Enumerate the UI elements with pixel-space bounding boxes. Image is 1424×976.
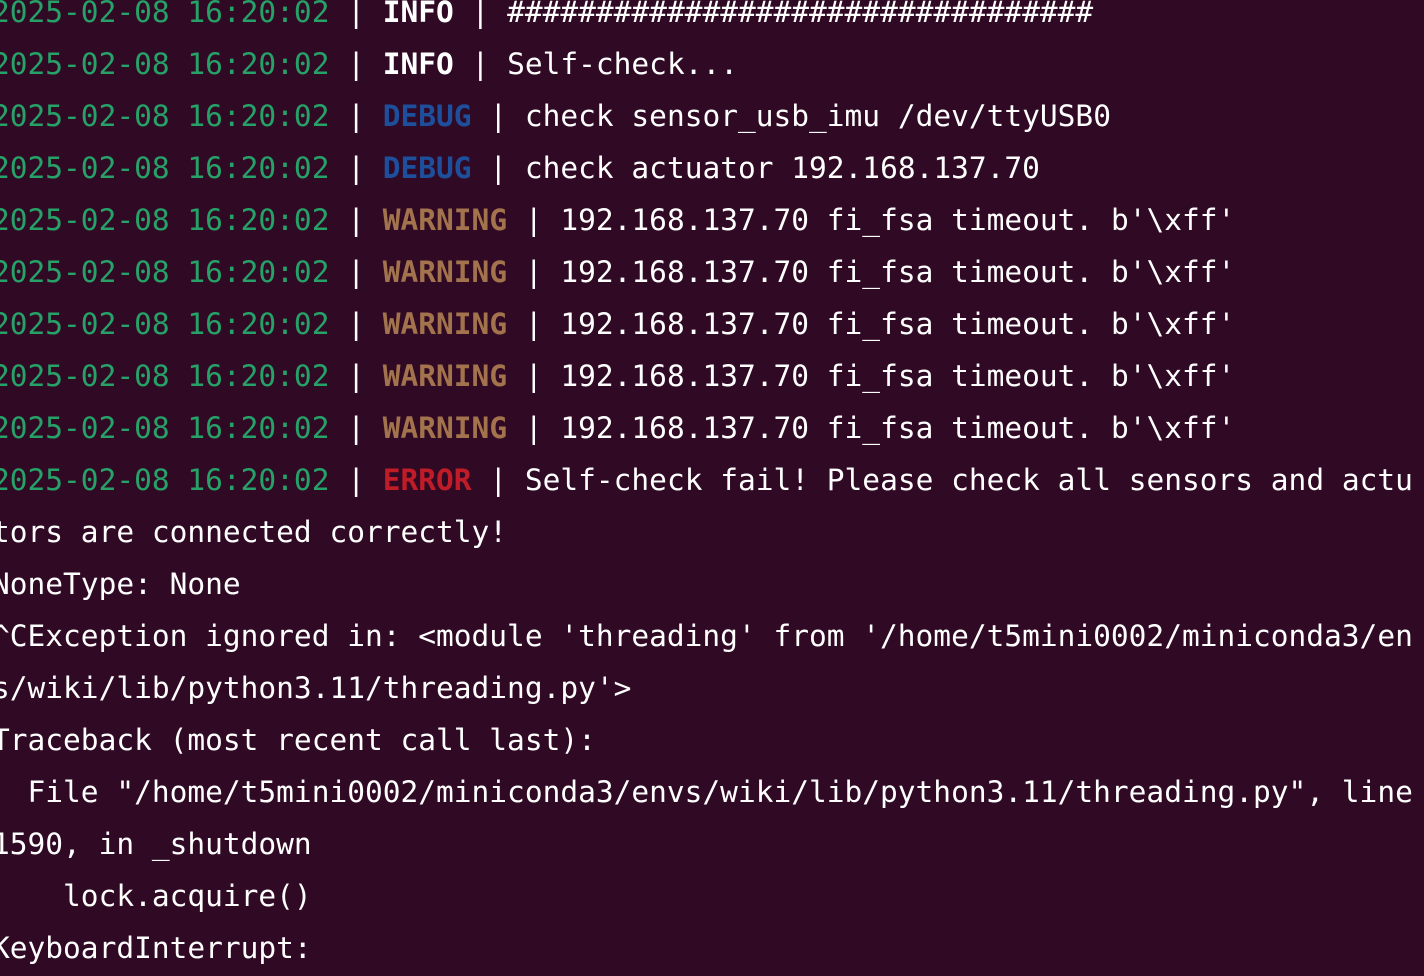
output-line: NoneType: None <box>0 558 1424 610</box>
log-line: 2025-02-08 16:20:02 | ERROR | Self-check… <box>0 454 1424 506</box>
log-timestamp: 2025-02-08 16:20:02 <box>0 151 330 185</box>
output-text: 1590, in _shutdown <box>0 827 312 861</box>
log-message: 192.168.137.70 fi_fsa timeout. b'\xff' <box>560 255 1236 289</box>
log-message: check sensor_usb_imu /dev/ttyUSB0 <box>524 99 1111 133</box>
log-message: check actuator 192.168.137.70 <box>524 151 1040 185</box>
log-level-debug: DEBUG <box>382 151 472 185</box>
output-line: 1590, in _shutdown <box>0 818 1424 870</box>
log-separator: | <box>471 463 525 497</box>
output-line: ^CException ignored in: <module 'threadi… <box>0 610 1424 662</box>
output-text: ^CException ignored in: <module 'threadi… <box>0 619 1413 653</box>
log-message: 192.168.137.70 fi_fsa timeout. b'\xff' <box>560 411 1236 445</box>
log-separator: | <box>329 307 383 341</box>
log-timestamp: 2025-02-08 16:20:02 <box>0 99 330 133</box>
log-timestamp: 2025-02-08 16:20:02 <box>0 203 330 237</box>
log-level-error: ERROR <box>382 463 472 497</box>
log-line: 2025-02-08 16:20:02 | WARNING | 192.168.… <box>0 194 1424 246</box>
output-text: KeyboardInterrupt: <box>0 931 312 965</box>
output-line: tors are connected correctly! <box>0 506 1424 558</box>
log-timestamp: 2025-02-08 16:20:02 <box>0 359 330 393</box>
log-separator: | <box>453 0 508 29</box>
log-level-warning: WARNING <box>382 359 508 393</box>
log-line: 2025-02-08 16:20:02 | DEBUG | check sens… <box>0 90 1424 142</box>
log-separator: | <box>507 203 561 237</box>
log-timestamp: 2025-02-08 16:20:02 <box>0 0 330 29</box>
log-separator: | <box>329 255 383 289</box>
output-text: File "/home/t5mini0002/miniconda3/envs/w… <box>0 775 1413 809</box>
log-timestamp: 2025-02-08 16:20:02 <box>0 411 330 445</box>
log-level-info: INFO <box>382 0 454 29</box>
output-text: Traceback (most recent call last): <box>0 723 596 757</box>
log-message: Self-check... <box>507 47 738 81</box>
log-separator: | <box>507 307 561 341</box>
log-separator: | <box>507 255 561 289</box>
log-separator: | <box>329 411 383 445</box>
log-line: 2025-02-08 16:20:02 | INFO | Self-check.… <box>0 38 1424 90</box>
log-separator: | <box>329 151 383 185</box>
log-separator: | <box>507 411 561 445</box>
output-line: s/wiki/lib/python3.11/threading.py'> <box>0 662 1424 714</box>
log-timestamp: 2025-02-08 16:20:02 <box>0 463 330 497</box>
log-line: 2025-02-08 16:20:02 | WARNING | 192.168.… <box>0 298 1424 350</box>
output-line: KeyboardInterrupt: <box>0 922 1424 974</box>
log-separator: | <box>329 0 383 29</box>
log-level-warning: WARNING <box>382 255 508 289</box>
log-line: 2025-02-08 16:20:02 | INFO | ###########… <box>0 0 1424 38</box>
output-line: File "/home/t5mini0002/miniconda3/envs/w… <box>0 766 1424 818</box>
terminal-output[interactable]: 2025-02-08 16:20:02 | INFO | ###########… <box>0 0 1424 974</box>
log-line: 2025-02-08 16:20:02 | WARNING | 192.168.… <box>0 246 1424 298</box>
log-timestamp: 2025-02-08 16:20:02 <box>0 47 330 81</box>
output-text: NoneType: None <box>0 567 241 601</box>
log-separator: | <box>329 99 383 133</box>
output-line: lock.acquire() <box>0 870 1424 922</box>
log-separator: | <box>329 359 383 393</box>
log-level-debug: DEBUG <box>382 99 472 133</box>
log-timestamp: 2025-02-08 16:20:02 <box>0 255 330 289</box>
log-separator: | <box>471 151 525 185</box>
output-line: Traceback (most recent call last): <box>0 714 1424 766</box>
log-message: 192.168.137.70 fi_fsa timeout. b'\xff' <box>560 307 1236 341</box>
log-separator: | <box>329 203 383 237</box>
log-separator: | <box>329 463 383 497</box>
log-separator: | <box>507 359 561 393</box>
output-text: s/wiki/lib/python3.11/threading.py'> <box>0 671 632 705</box>
output-text: tors are connected correctly! <box>0 515 508 549</box>
output-text: lock.acquire() <box>0 879 312 913</box>
log-line: 2025-02-08 16:20:02 | WARNING | 192.168.… <box>0 402 1424 454</box>
log-message: Self-check fail! Please check all sensor… <box>524 463 1413 497</box>
log-message: 192.168.137.70 fi_fsa timeout. b'\xff' <box>560 203 1236 237</box>
log-level-warning: WARNING <box>382 411 508 445</box>
log-level-warning: WARNING <box>382 307 508 341</box>
log-line: 2025-02-08 16:20:02 | WARNING | 192.168.… <box>0 350 1424 402</box>
log-level-info: INFO <box>382 47 454 81</box>
log-separator: | <box>329 47 383 81</box>
log-message: ################################# <box>507 0 1094 29</box>
log-separator: | <box>453 47 508 81</box>
log-level-warning: WARNING <box>382 203 508 237</box>
log-line: 2025-02-08 16:20:02 | DEBUG | check actu… <box>0 142 1424 194</box>
log-separator: | <box>471 99 525 133</box>
log-timestamp: 2025-02-08 16:20:02 <box>0 307 330 341</box>
log-message: 192.168.137.70 fi_fsa timeout. b'\xff' <box>560 359 1236 393</box>
